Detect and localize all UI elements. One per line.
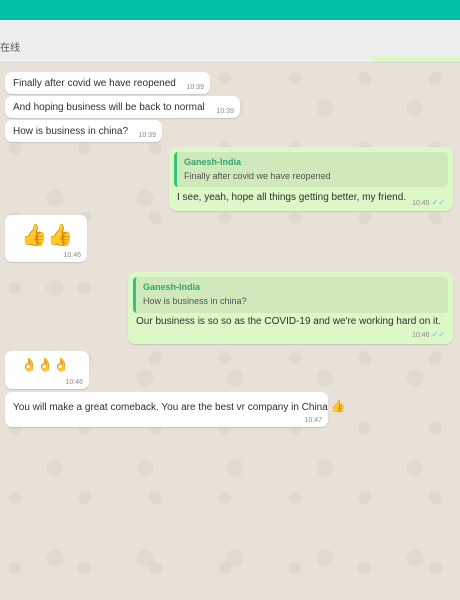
thumbs-up-emoji: 👍👍 xyxy=(21,223,74,247)
double-check-icon: ✓✓ xyxy=(431,330,445,339)
message-time: 10:47 xyxy=(304,417,322,424)
message-time: 10:39 xyxy=(216,108,234,115)
quoted-message[interactable]: Ganesh-India Finally after covid we have… xyxy=(174,152,448,187)
time-value: 10:45 xyxy=(412,200,430,207)
message-text: You will make a great comeback. You are … xyxy=(13,399,346,413)
message-text: And hoping business will be back to norm… xyxy=(13,102,205,113)
quoted-message[interactable]: Ganesh-India How is business in china? xyxy=(133,277,448,313)
quoted-sender-name: Ganesh-India xyxy=(184,157,242,167)
thumbs-up-emoji: 👍 xyxy=(330,399,346,413)
ok-hand-emoji: 👌👌👌 xyxy=(21,358,70,373)
quoted-text: How is business in china? xyxy=(143,296,247,306)
outgoing-reply-message[interactable]: Ganesh-India How is business in china? O… xyxy=(128,272,453,344)
message-text-body: You will make a great comeback. You are … xyxy=(13,402,328,413)
message-time: 10:39 xyxy=(138,132,156,139)
message-time: 10:46 ✓✓ xyxy=(412,330,445,339)
time-value: 10:46 xyxy=(412,332,430,339)
message-text: I see, yeah, hope all things getting bet… xyxy=(177,192,407,203)
message-time: 10:46 xyxy=(65,379,83,386)
incoming-message[interactable]: You will make a great comeback. You are … xyxy=(5,392,346,427)
double-check-icon: ✓✓ xyxy=(431,198,445,207)
window-top-bar xyxy=(0,0,460,20)
chat-header: 在线 xyxy=(0,20,460,63)
incoming-emoji-message[interactable]: 👌👌👌 10:46 xyxy=(5,351,89,389)
quoted-text: Finally after covid we have reopened xyxy=(184,171,331,181)
message-text: How is business in china? xyxy=(13,126,129,137)
quoted-sender-name: Ganesh-India xyxy=(143,282,201,292)
message-text: Finally after covid we have reopened xyxy=(13,78,176,89)
incoming-message[interactable]: Finally after covid we have reopened 10:… xyxy=(5,72,210,94)
contact-status: 在线 xyxy=(0,43,20,54)
message-time: 10:46 xyxy=(63,252,81,259)
message-text: Our business is so so as the COVID-19 an… xyxy=(136,316,441,327)
chat-area[interactable]: Finally after covid we have reopened 10:… xyxy=(0,63,460,600)
previous-message-edge xyxy=(370,56,460,62)
incoming-emoji-message[interactable]: 👍👍 10:46 xyxy=(5,215,87,262)
outgoing-reply-message[interactable]: Ganesh-India Finally after covid we have… xyxy=(169,147,453,211)
incoming-message[interactable]: How is business in china? 10:39 xyxy=(5,120,162,142)
message-time: 10:45 ✓✓ xyxy=(412,198,445,207)
incoming-message[interactable]: And hoping business will be back to norm… xyxy=(5,96,240,118)
message-time: 10:39 xyxy=(186,84,204,91)
